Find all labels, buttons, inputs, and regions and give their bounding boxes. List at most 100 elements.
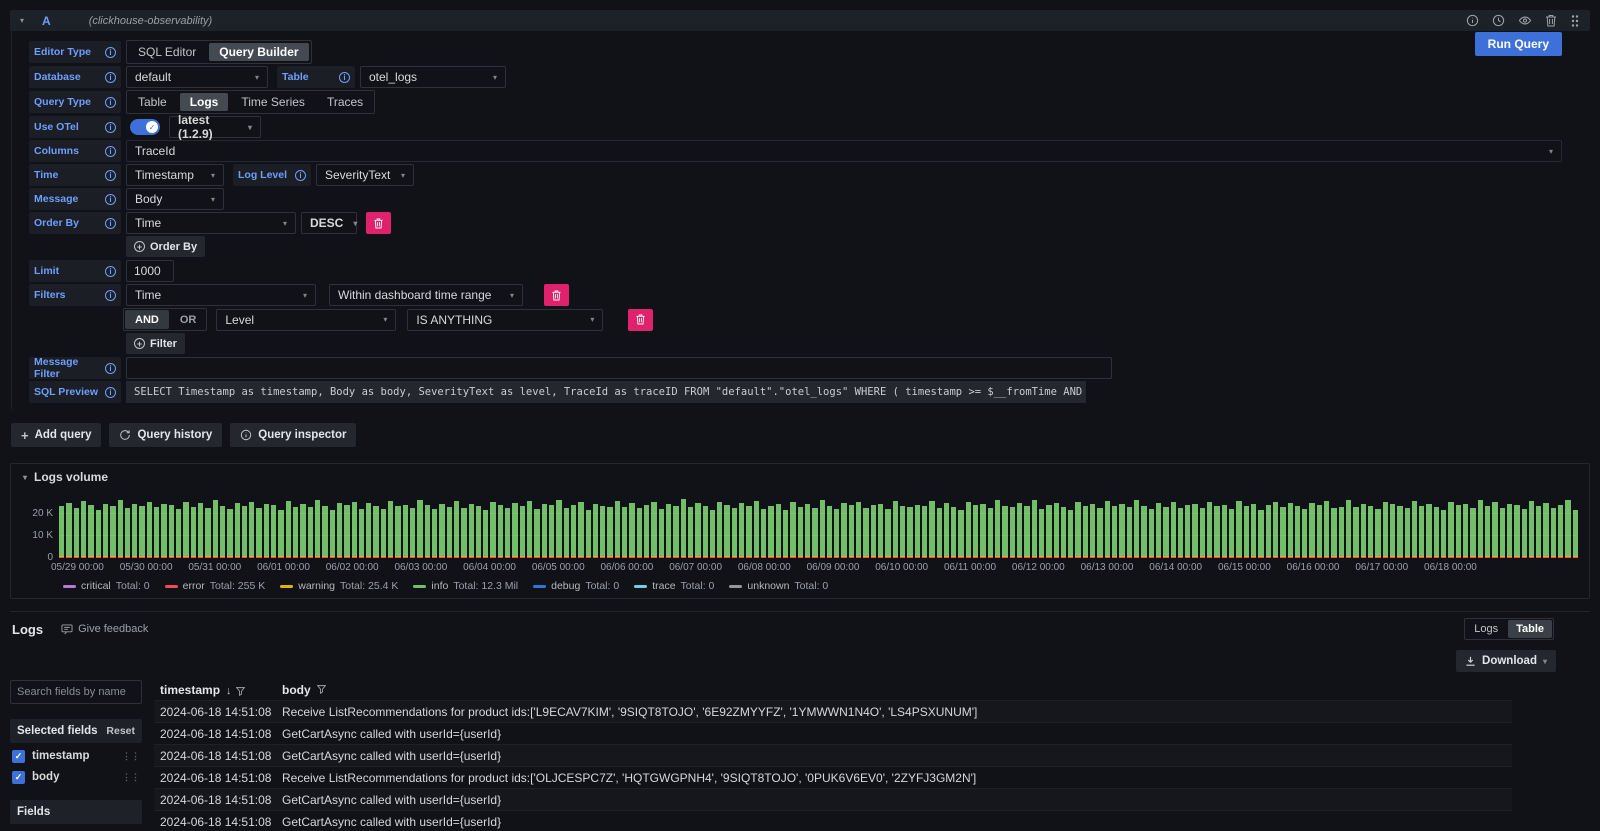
table-row[interactable]: 2024-06-18 14:51:08Receive ListRecommend… <box>154 700 1512 722</box>
info-icon[interactable] <box>105 387 116 398</box>
drag-handle-icon[interactable] <box>1570 14 1580 28</box>
body-column-header[interactable]: body <box>282 683 1512 697</box>
order-by-field-select[interactable]: Time▾ <box>126 212 296 234</box>
bar <box>988 508 993 558</box>
bar <box>96 510 101 558</box>
legend-item-warning[interactable]: warningTotal: 25.4 K <box>280 580 398 592</box>
help-icon[interactable] <box>1466 14 1479 27</box>
log-level-select[interactable]: SeverityText▾ <box>316 164 414 186</box>
table-row[interactable]: 2024-06-18 14:51:08GetCartAsync called w… <box>154 810 1512 831</box>
editor-type-query-builder[interactable]: Query Builder <box>209 43 308 61</box>
query-inspector-button[interactable]: Query inspector <box>230 423 356 447</box>
history-icon[interactable] <box>1492 14 1505 27</box>
x-axis-labels: 05/29 00:0005/30 00:0005/31 00:0006/01 0… <box>51 562 1477 573</box>
collapse-chevron-icon[interactable]: ▾ <box>20 16 24 25</box>
filter1-field-select[interactable]: Time▾ <box>126 284 316 306</box>
legend-item-unknown[interactable]: unknownTotal: 0 <box>729 580 828 592</box>
query-history-button[interactable]: Query history <box>109 423 222 447</box>
bar <box>1280 507 1285 558</box>
filter-funnel-icon[interactable] <box>317 685 326 694</box>
query-type-time-series[interactable]: Time Series <box>230 91 316 113</box>
legend-item-info[interactable]: infoTotal: 12.3 Mil <box>413 580 518 592</box>
info-icon[interactable] <box>105 170 116 181</box>
info-icon[interactable] <box>105 290 116 301</box>
logs-table-rows: 2024-06-18 14:51:08Receive ListRecommend… <box>154 700 1512 831</box>
order-by-direction-select[interactable]: DESC▾ <box>301 212 357 234</box>
info-icon[interactable] <box>105 146 116 157</box>
bar <box>681 499 686 558</box>
time-column-select[interactable]: Timestamp▾ <box>126 164 224 186</box>
message-filter-input[interactable] <box>126 357 1112 379</box>
bar <box>1353 507 1358 558</box>
filter2-field-select[interactable]: Level▾ <box>216 309 396 331</box>
info-icon[interactable] <box>105 47 116 58</box>
logs-volume-title[interactable]: ▾Logs volume <box>19 470 1581 484</box>
info-icon[interactable] <box>105 122 116 133</box>
table-row[interactable]: 2024-06-18 14:51:08GetCartAsync called w… <box>154 744 1512 766</box>
remove-filter2-button[interactable] <box>628 309 653 331</box>
checkbox-checked[interactable]: ✓ <box>12 771 25 784</box>
remove-order-by-button[interactable] <box>366 212 391 234</box>
info-icon[interactable] <box>105 72 116 83</box>
table-row[interactable]: 2024-06-18 14:51:08GetCartAsync called w… <box>154 788 1512 810</box>
drag-handle-icon[interactable]: ⋮⋮ <box>122 751 140 762</box>
run-query-button[interactable]: Run Query <box>1475 32 1562 56</box>
trash-icon[interactable] <box>1545 14 1557 27</box>
bar <box>578 502 583 558</box>
info-icon[interactable] <box>105 194 116 205</box>
x-tick-label: 06/05 00:00 <box>532 562 585 573</box>
filter1-operator-select[interactable]: Within dashboard time range▾ <box>329 284 523 306</box>
query-type-group: Table Logs Time Series Traces <box>126 90 375 114</box>
search-fields-input[interactable] <box>10 680 142 704</box>
limit-input[interactable] <box>126 260 174 282</box>
database-select[interactable]: default▾ <box>126 66 268 88</box>
sql-preview-code[interactable]: SELECT Timestamp as timestamp, Body as b… <box>126 381 1086 403</box>
reset-button[interactable]: Reset <box>106 725 135 737</box>
logs-volume-plot[interactable]: 20 K10 K0 <box>59 498 1577 558</box>
legend-item-error[interactable]: errorTotal: 255 K <box>165 580 266 592</box>
add-query-button[interactable]: +Add query <box>11 423 101 447</box>
filter2-operator-select[interactable]: IS ANYTHING▾ <box>407 309 603 331</box>
download-button[interactable]: Download ▾ <box>1456 650 1556 672</box>
add-order-by-button[interactable]: Order By <box>126 236 205 257</box>
query-type-table[interactable]: Table <box>127 91 178 113</box>
query-type-traces[interactable]: Traces <box>316 91 374 113</box>
filter-funnel-icon[interactable] <box>236 687 245 696</box>
editor-type-sql-editor[interactable]: SQL Editor <box>127 41 207 63</box>
gridline <box>59 535 1577 536</box>
table-select[interactable]: otel_logs▾ <box>360 66 506 88</box>
legend-item-debug[interactable]: debugTotal: 0 <box>533 580 619 592</box>
drag-handle-icon[interactable]: ⋮⋮ <box>122 772 140 783</box>
selected-field-body[interactable]: ✓body⋮⋮ <box>10 769 142 785</box>
view-toggle-logs[interactable]: Logs <box>1465 619 1507 639</box>
bar <box>527 501 532 558</box>
query-type-logs[interactable]: Logs <box>180 93 229 111</box>
info-icon[interactable] <box>105 266 116 277</box>
table-row[interactable]: 2024-06-18 14:51:08GetCartAsync called w… <box>154 722 1512 744</box>
add-filter-button[interactable]: Filter <box>126 333 185 354</box>
selected-field-timestamp[interactable]: ✓timestamp⋮⋮ <box>10 748 142 764</box>
info-icon[interactable] <box>339 72 350 83</box>
view-toggle-table[interactable]: Table <box>1508 620 1552 638</box>
checkbox-checked[interactable]: ✓ <box>12 750 25 763</box>
remove-filter1-button[interactable] <box>544 284 569 306</box>
time-label: Time <box>29 164 121 186</box>
info-icon[interactable] <box>105 97 116 108</box>
otel-version-select[interactable]: latest (1.2.9)▾ <box>169 116 261 138</box>
bar <box>1339 507 1344 558</box>
use-otel-toggle[interactable]: ✓ <box>130 119 160 135</box>
eye-icon[interactable] <box>1518 14 1532 27</box>
timestamp-column-header[interactable]: timestamp↓ <box>160 683 282 697</box>
info-icon[interactable] <box>295 170 306 181</box>
message-column-select[interactable]: Body▾ <box>126 188 224 210</box>
columns-multiselect[interactable]: TraceId▾ <box>126 140 1562 162</box>
legend-item-critical[interactable]: criticalTotal: 0 <box>63 580 150 592</box>
bool-and[interactable]: AND <box>125 310 169 329</box>
sort-desc-icon[interactable]: ↓ <box>226 685 232 697</box>
legend-item-trace[interactable]: traceTotal: 0 <box>634 580 714 592</box>
info-icon[interactable] <box>105 363 116 374</box>
info-icon[interactable] <box>105 218 116 229</box>
give-feedback-link[interactable]: Give feedback <box>61 623 148 635</box>
bool-or[interactable]: OR <box>170 309 207 330</box>
table-row[interactable]: 2024-06-18 14:51:08Receive ListRecommend… <box>154 766 1512 788</box>
